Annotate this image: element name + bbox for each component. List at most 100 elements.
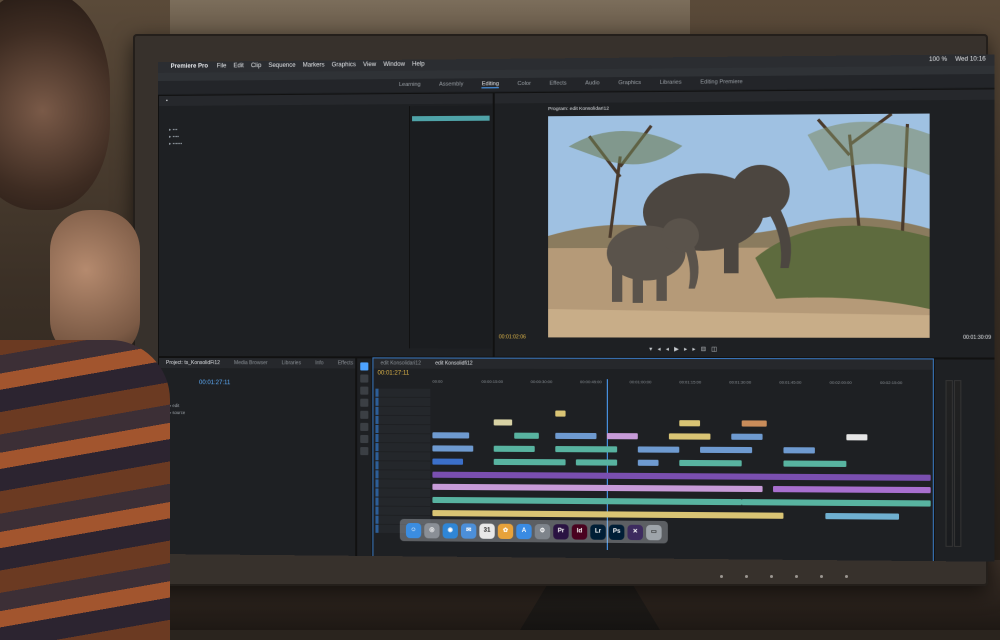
track-header[interactable] bbox=[375, 443, 431, 452]
step-back-icon[interactable]: ◂◂ bbox=[658, 347, 675, 353]
launchpad-icon[interactable]: ◎ bbox=[424, 522, 440, 538]
timeline-timecode[interactable]: 00:01:27:11 bbox=[377, 371, 409, 377]
workspace-tab-editing[interactable]: Editing bbox=[481, 81, 500, 89]
timeline-clip[interactable] bbox=[555, 433, 597, 440]
workspace-tab-learning[interactable]: Learning bbox=[399, 82, 421, 88]
timeline-clip[interactable] bbox=[783, 447, 815, 454]
timeline-clip[interactable] bbox=[432, 471, 931, 481]
workspace-tab-libraries[interactable]: Libraries bbox=[660, 80, 682, 86]
program-video-frame[interactable] bbox=[548, 113, 930, 338]
timeline-clip[interactable] bbox=[493, 458, 566, 466]
timeline-tab[interactable]: edit Konsolidari12 bbox=[381, 360, 421, 366]
project-tab[interactable]: Info bbox=[315, 360, 323, 366]
timeline-clip[interactable] bbox=[555, 446, 618, 453]
track-header[interactable] bbox=[375, 506, 431, 516]
track-header[interactable] bbox=[375, 434, 431, 443]
system-preferences-icon[interactable]: ⚙ bbox=[534, 523, 551, 539]
workspace-tab-audio[interactable]: Audio bbox=[585, 80, 600, 86]
timeline-clip[interactable] bbox=[493, 445, 535, 453]
hand-tool-icon[interactable] bbox=[360, 434, 369, 444]
program-timecode-current[interactable]: 00:01:02:06 bbox=[499, 334, 526, 340]
timeline-clip[interactable] bbox=[741, 420, 767, 428]
selection-tool-icon[interactable] bbox=[360, 362, 369, 371]
timeline-clip[interactable] bbox=[700, 446, 753, 454]
menu-graphics[interactable]: Graphics bbox=[332, 60, 356, 71]
mark-in-icon[interactable]: ▾ bbox=[649, 347, 657, 353]
menu-clip[interactable]: Clip bbox=[251, 61, 261, 72]
menu-help[interactable]: Help bbox=[412, 60, 425, 71]
premiere-pro-icon[interactable]: Pr bbox=[553, 523, 569, 539]
timeline-clip[interactable] bbox=[637, 459, 659, 466]
app-store-icon[interactable]: A bbox=[516, 523, 532, 539]
type-tool-icon[interactable] bbox=[360, 447, 369, 456]
track-header[interactable] bbox=[375, 479, 431, 488]
timeline-clip[interactable] bbox=[606, 433, 638, 440]
timeline-clip[interactable] bbox=[555, 410, 566, 417]
lift-icon[interactable]: ⊟ bbox=[701, 347, 711, 353]
track-header[interactable] bbox=[375, 497, 431, 506]
slip-tool-icon[interactable] bbox=[360, 410, 369, 419]
menu-markers[interactable]: Markers bbox=[303, 60, 325, 71]
workspace-tab-effects[interactable]: Effects bbox=[549, 81, 566, 87]
razor-tool-icon[interactable] bbox=[360, 398, 369, 407]
finder-icon[interactable]: ☺ bbox=[405, 522, 422, 538]
lightroom-icon[interactable]: Lr bbox=[590, 523, 606, 540]
export-frame-icon[interactable]: ◫ bbox=[711, 347, 722, 353]
timeline-clip[interactable] bbox=[432, 497, 742, 506]
menu-window[interactable]: Window bbox=[383, 60, 405, 71]
track-header[interactable] bbox=[375, 452, 431, 461]
track-header[interactable] bbox=[375, 388, 431, 397]
safari-icon[interactable]: ◉ bbox=[442, 522, 458, 539]
timeline-clip[interactable] bbox=[846, 434, 868, 441]
mail-icon[interactable]: ✉ bbox=[460, 522, 477, 539]
timeline-clip[interactable] bbox=[432, 445, 474, 452]
timeline-clip[interactable] bbox=[773, 486, 931, 494]
timeline-clip[interactable] bbox=[731, 433, 763, 441]
workspace-tab-assembly[interactable]: Assembly bbox=[439, 81, 463, 87]
track-header[interactable] bbox=[375, 406, 431, 416]
menu-sequence[interactable]: Sequence bbox=[268, 61, 295, 72]
play-icon[interactable]: ▶ bbox=[674, 347, 684, 353]
photoshop-icon[interactable]: Ps bbox=[608, 524, 625, 540]
timeline-clip[interactable] bbox=[679, 459, 742, 467]
project-tab[interactable]: Effects bbox=[338, 360, 353, 366]
timeline-clip[interactable] bbox=[432, 484, 763, 493]
menu-view[interactable]: View bbox=[363, 60, 376, 71]
track-header[interactable] bbox=[375, 424, 431, 434]
timeline-clip[interactable] bbox=[668, 433, 711, 440]
xd-butterfly-icon[interactable]: ✕ bbox=[627, 524, 643, 540]
track-select-tool-icon[interactable] bbox=[360, 374, 369, 383]
indesign-icon[interactable]: Id bbox=[571, 523, 588, 540]
timeline-clip[interactable] bbox=[432, 458, 464, 465]
timeline-clip[interactable] bbox=[825, 512, 900, 520]
timeline-ruler[interactable]: 00:00 00:00:15:00 00:00:30:00 00:00:45:00 00… bbox=[432, 379, 930, 389]
menu-edit[interactable]: Edit bbox=[233, 61, 243, 72]
battery-indicator[interactable]: 100 % bbox=[929, 57, 947, 63]
timeline-clip[interactable] bbox=[741, 499, 931, 507]
timeline-clip[interactable] bbox=[637, 446, 680, 453]
step-forward-icon[interactable]: ▸▸ bbox=[684, 347, 701, 353]
trash-icon[interactable]: ▭ bbox=[646, 524, 662, 540]
timeline-clip[interactable] bbox=[575, 459, 618, 466]
track-header[interactable] bbox=[375, 397, 431, 406]
timeline-clip[interactable] bbox=[514, 432, 539, 440]
workspace-tab-editing-premiere[interactable]: Editing Premiere bbox=[700, 79, 742, 85]
source-clip[interactable] bbox=[412, 115, 490, 122]
timeline-clip[interactable] bbox=[432, 432, 470, 439]
menu-file[interactable]: File bbox=[217, 61, 227, 72]
calendar-icon[interactable]: 31 bbox=[479, 523, 495, 539]
workspace-tab-graphics[interactable]: Graphics bbox=[618, 80, 641, 86]
timeline-clip[interactable] bbox=[679, 420, 701, 427]
timeline-clip[interactable] bbox=[493, 419, 513, 426]
track-header[interactable] bbox=[375, 488, 431, 497]
pen-tool-icon[interactable] bbox=[360, 422, 369, 431]
monitor-buttons[interactable] bbox=[720, 565, 920, 578]
clock[interactable]: Wed 10:16 bbox=[955, 56, 986, 62]
workspace-tab-color[interactable]: Color bbox=[517, 81, 531, 87]
timeline-clip[interactable] bbox=[783, 460, 847, 467]
program-label[interactable]: Program: edit Konsolidari12 bbox=[548, 107, 609, 113]
project-tab[interactable]: Media Browser bbox=[234, 360, 268, 366]
track-header[interactable] bbox=[375, 461, 431, 470]
track-header[interactable] bbox=[375, 415, 431, 425]
timeline-clip[interactable] bbox=[432, 510, 784, 519]
